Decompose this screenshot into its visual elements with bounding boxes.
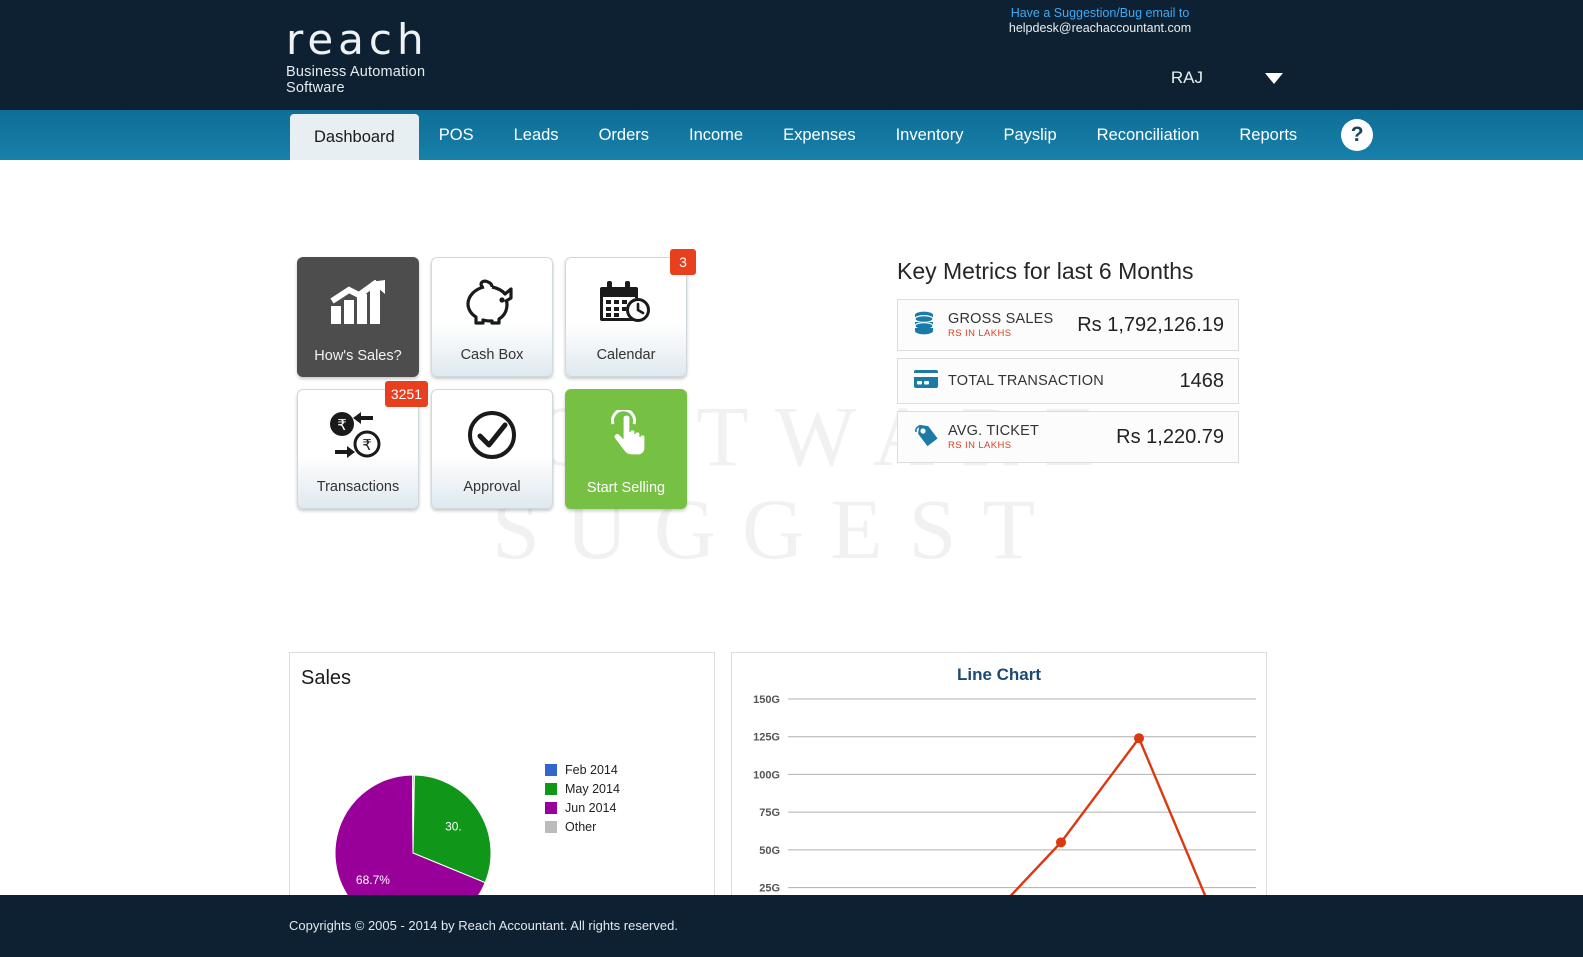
tile-label: Transactions bbox=[316, 479, 400, 495]
tile-row-1: How's Sales? Cash Box 3 Calendar bbox=[297, 249, 696, 377]
piggy-bank-icon bbox=[432, 258, 552, 347]
nav-item-income[interactable]: Income bbox=[669, 110, 763, 160]
data-point-sales[interactable] bbox=[1134, 733, 1144, 744]
page-footer: Copyrights © 2005 - 2014 by Reach Accoun… bbox=[0, 895, 1583, 957]
watermark-line-1: SOFTWARE bbox=[460, 388, 1123, 484]
metric-name: AVG. TICKET bbox=[948, 423, 1040, 439]
y-axis-tick-label: 150G bbox=[753, 694, 780, 706]
y-axis-tick-label: 100G bbox=[753, 769, 780, 781]
legend-swatch bbox=[545, 783, 557, 795]
y-axis-tick-label: 25G bbox=[759, 883, 780, 895]
metric-value: 1468 bbox=[1179, 369, 1225, 392]
legend-swatch bbox=[545, 821, 557, 833]
tile-hows-sales[interactable]: How's Sales? bbox=[297, 257, 419, 377]
y-axis-tick-label: 75G bbox=[759, 807, 780, 819]
main-navigation: Dashboard POS Leads Orders Income Expens… bbox=[0, 110, 1583, 160]
price-tag-icon bbox=[914, 422, 948, 453]
pie-legend-item-3[interactable]: Other bbox=[545, 820, 620, 834]
pie-legend-item-1[interactable]: May 2014 bbox=[545, 782, 620, 796]
brand-logo-text: reach bbox=[286, 15, 429, 64]
nav-item-reports[interactable]: Reports bbox=[1219, 110, 1317, 160]
quick-action-tiles: How's Sales? Cash Box 3 Calendar 3251 ₹ … bbox=[297, 249, 696, 521]
legend-swatch bbox=[545, 802, 557, 814]
tile-start-selling[interactable]: Start Selling bbox=[565, 389, 687, 509]
svg-text:₹: ₹ bbox=[362, 436, 372, 454]
dashboard-page: SOFTWARE SUGGEST reach Business Automati… bbox=[0, 0, 1583, 957]
brand-tagline: Business Automation Software bbox=[286, 64, 426, 96]
calendar-badge-count: 3 bbox=[670, 249, 696, 275]
nav-item-dashboard[interactable]: Dashboard bbox=[290, 114, 419, 160]
user-menu[interactable]: RAJ bbox=[1171, 68, 1283, 88]
legend-label: May 2014 bbox=[565, 782, 620, 796]
suggestion-text[interactable]: Have a Suggestion/Bug email to bbox=[920, 6, 1280, 21]
user-name: RAJ bbox=[1170, 68, 1203, 87]
legend-label: Jun 2014 bbox=[565, 801, 617, 815]
legend-swatch bbox=[545, 764, 557, 776]
metric-value: Rs 1,220.79 bbox=[1116, 425, 1224, 448]
pie-legend-item-2[interactable]: Jun 2014 bbox=[545, 801, 620, 815]
metric-text: AVG. TICKET RS IN LAKHS bbox=[948, 423, 1116, 451]
metric-name: TOTAL TRANSACTION bbox=[948, 373, 1104, 389]
key-metrics-panel: Key Metrics for last 6 Months GROSS SALE… bbox=[897, 258, 1239, 470]
support-email[interactable]: helpdesk@reachaccountant.com bbox=[1009, 21, 1191, 35]
watermark-line-2: SUGGEST bbox=[491, 480, 1062, 577]
metric-gross-sales[interactable]: GROSS SALES RS IN LAKHS Rs 1,792,126.19 bbox=[897, 299, 1239, 351]
tile-transactions[interactable]: 3251 ₹ ₹ Transactions bbox=[297, 381, 428, 509]
key-metrics-title: Key Metrics for last 6 Months bbox=[897, 258, 1194, 284]
check-circle-icon bbox=[432, 390, 552, 479]
copyright-text: Copyrights © 2005 - 2014 by Reach Accoun… bbox=[289, 918, 678, 933]
nav-item-pos[interactable]: POS bbox=[419, 110, 494, 160]
help-icon[interactable]: ? bbox=[1341, 119, 1374, 151]
credit-card-icon bbox=[914, 369, 948, 393]
tile-cash-box[interactable]: Cash Box bbox=[431, 257, 553, 377]
calendar-clock-icon bbox=[566, 258, 686, 347]
sales-panel-title: Sales bbox=[301, 667, 352, 689]
legend-label: Other bbox=[565, 820, 597, 834]
nav-item-inventory[interactable]: Inventory bbox=[876, 110, 984, 160]
y-axis-tick-label: 50G bbox=[759, 845, 780, 857]
metric-unit: RS IN LAKHS bbox=[948, 440, 1012, 451]
tile-row-2: 3251 ₹ ₹ Transactions Approval Start Sel… bbox=[297, 381, 687, 509]
tile-calendar[interactable]: 3 Calendar bbox=[565, 249, 696, 377]
pie-slice-label: 30. bbox=[445, 819, 462, 833]
watermark: SOFTWARE SUGGEST bbox=[0, 390, 1583, 576]
metric-total-transaction[interactable]: TOTAL TRANSACTION 1468 bbox=[897, 358, 1239, 404]
y-axis-tick-label: 125G bbox=[753, 732, 780, 744]
nav-item-expenses[interactable]: Expenses bbox=[763, 110, 875, 160]
suggestion-block: Have a Suggestion/Bug email to helpdesk@… bbox=[920, 6, 1280, 36]
bar-chart-growth-icon bbox=[297, 257, 419, 348]
svg-text:₹: ₹ bbox=[337, 416, 347, 434]
brand-logo-wordmark: reach bbox=[286, 16, 486, 64]
legend-label: Feb 2014 bbox=[565, 763, 618, 777]
metric-text: TOTAL TRANSACTION bbox=[948, 373, 1180, 389]
tile-label: Cash Box bbox=[460, 347, 524, 363]
hand-click-icon bbox=[565, 389, 687, 480]
nav-item-payslip[interactable]: Payslip bbox=[983, 110, 1076, 160]
page-header: reach Business Automation Software Have … bbox=[0, 0, 1583, 110]
pie-slice-label: 68.7% bbox=[356, 873, 390, 887]
metric-avg-ticket[interactable]: AVG. TICKET RS IN LAKHS Rs 1,220.79 bbox=[897, 411, 1239, 463]
transactions-badge-count: 3251 bbox=[384, 381, 428, 407]
nav-item-orders[interactable]: Orders bbox=[579, 110, 669, 160]
chevron-down-icon[interactable] bbox=[1265, 72, 1283, 84]
brand-logo[interactable]: reach Business Automation Software bbox=[286, 16, 486, 97]
pie-legend: Feb 2014 May 2014 Jun 2014 Other bbox=[545, 763, 620, 839]
metric-value: Rs 1,792,126.19 bbox=[1077, 313, 1224, 336]
metric-unit: RS IN LAKHS bbox=[948, 328, 1012, 339]
tile-label: How's Sales? bbox=[314, 348, 402, 364]
nav-item-leads[interactable]: Leads bbox=[494, 110, 579, 160]
nav-item-reconciliation[interactable]: Reconciliation bbox=[1077, 110, 1220, 160]
data-point-sales[interactable] bbox=[1056, 837, 1066, 848]
metric-name: GROSS SALES bbox=[948, 311, 1054, 327]
tile-label: Approval bbox=[463, 479, 521, 495]
pie-legend-item-0[interactable]: Feb 2014 bbox=[545, 763, 620, 777]
metric-text: GROSS SALES RS IN LAKHS bbox=[948, 311, 1077, 339]
tile-label: Start Selling bbox=[586, 480, 666, 496]
tile-approval[interactable]: Approval bbox=[431, 389, 553, 509]
tile-label: Calendar bbox=[596, 347, 656, 363]
database-icon bbox=[914, 311, 948, 340]
